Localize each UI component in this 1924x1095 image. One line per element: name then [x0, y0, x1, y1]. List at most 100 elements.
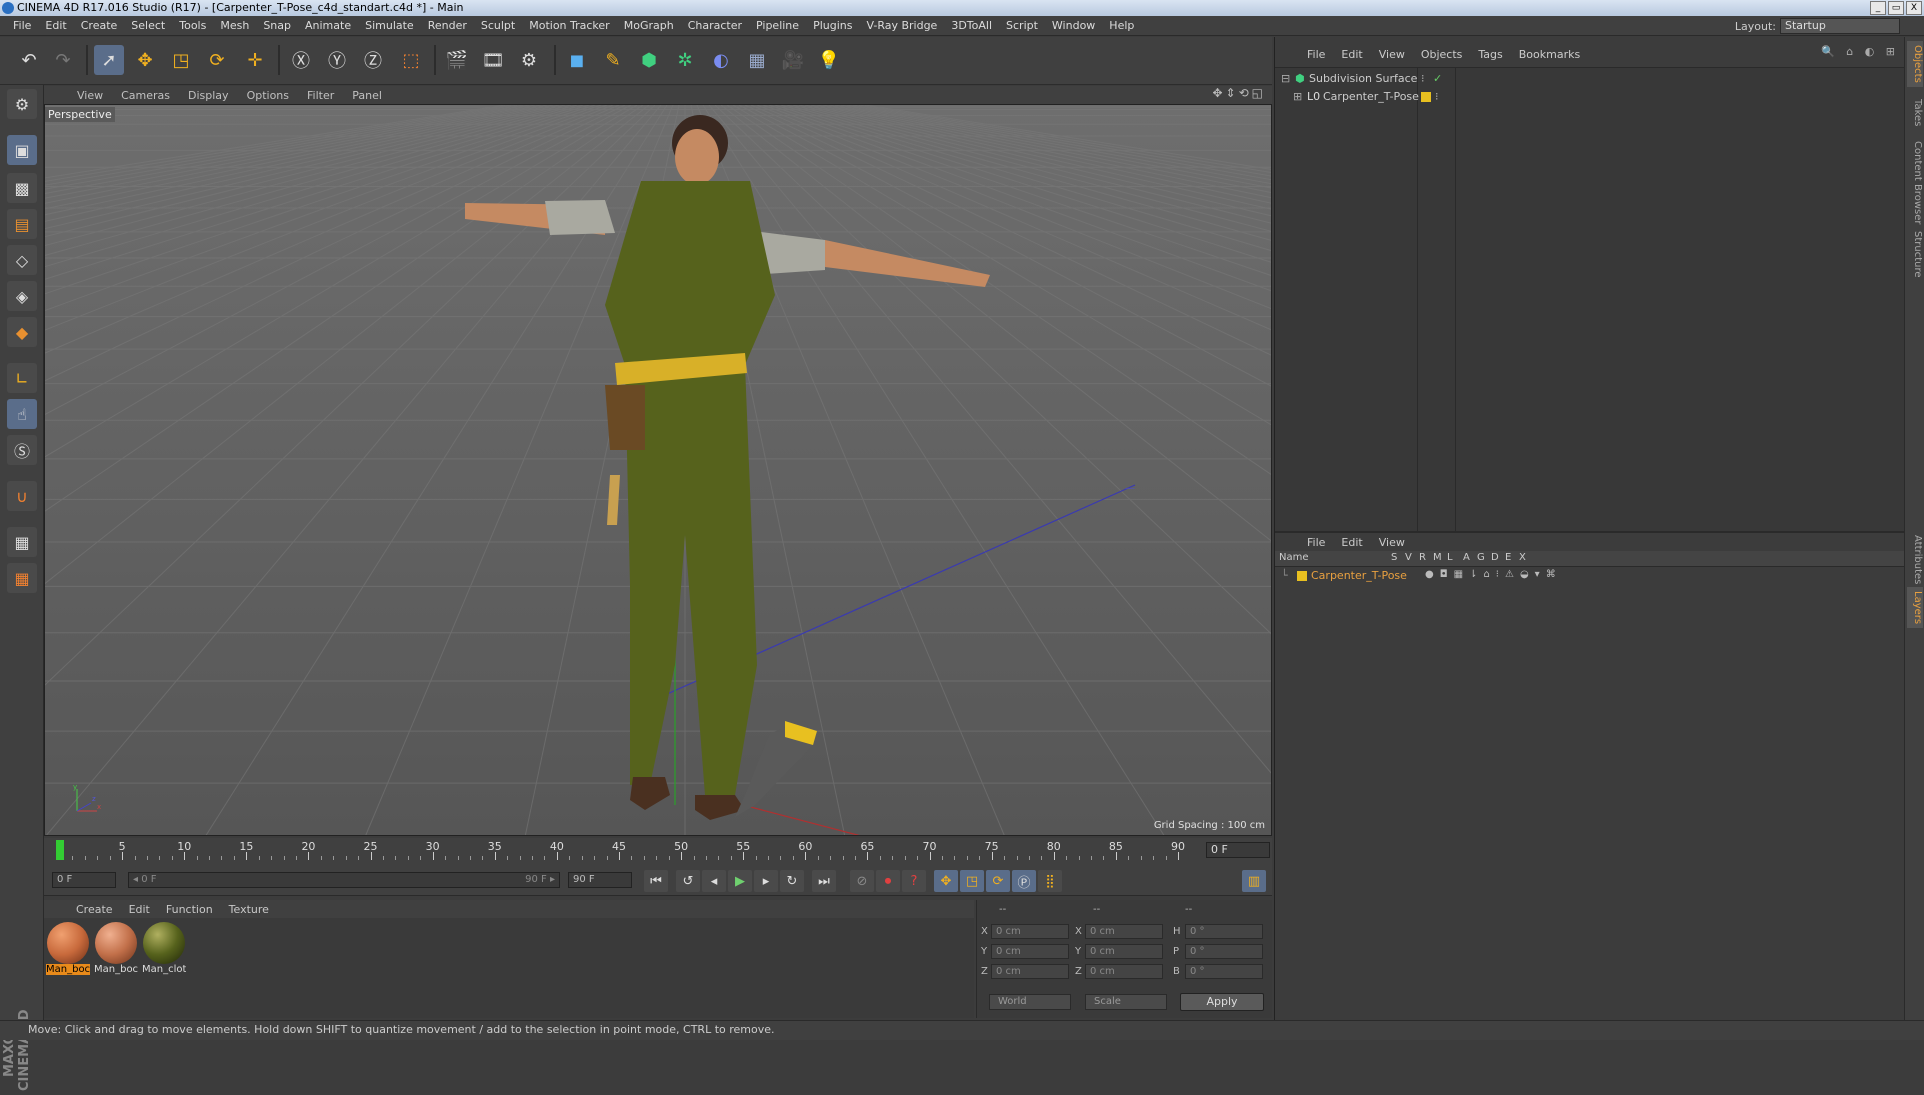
viewport-menu-display[interactable]: Display [179, 89, 238, 102]
light-icon[interactable]: 💡 [814, 45, 844, 75]
viewport-menu-panel[interactable]: Panel [343, 89, 391, 102]
min-frame-field[interactable]: 0 F [52, 872, 116, 888]
apply-button[interactable]: Apply [1180, 993, 1264, 1011]
size-mode-dropdown[interactable]: Scale [1085, 994, 1167, 1010]
menu-sculpt[interactable]: Sculpt [474, 19, 522, 32]
layer-column-v[interactable]: V [1405, 552, 1412, 563]
mograph-cloner-icon[interactable]: ✲ [670, 45, 700, 75]
menu-tools[interactable]: Tools [172, 19, 213, 32]
polygons-mode-icon[interactable]: ◆ [7, 317, 37, 347]
close-button[interactable]: X [1906, 1, 1922, 15]
x-axis-icon[interactable]: Ⓧ [286, 45, 316, 75]
layer-column-name[interactable]: Name [1279, 552, 1309, 563]
tab-objects[interactable]: Objects [1907, 41, 1923, 87]
key-position-icon[interactable]: ✥ [934, 870, 958, 892]
object-menu-objects[interactable]: Objects [1413, 48, 1471, 61]
menu-simulate[interactable]: Simulate [358, 19, 421, 32]
rotate-icon[interactable]: ⟳ [202, 45, 232, 75]
layer-column-x[interactable]: X [1519, 552, 1526, 563]
viewport-menu-cameras[interactable]: Cameras [112, 89, 179, 102]
layer-column-s[interactable]: S [1391, 552, 1397, 563]
z-axis-icon[interactable]: Ⓩ [358, 45, 388, 75]
scale-icon[interactable]: ◳ [166, 45, 196, 75]
collapse-toggle-icon[interactable]: ⊟ [1281, 72, 1290, 85]
layer-column-l[interactable]: L [1447, 552, 1453, 563]
snap-icon[interactable]: ∪ [7, 481, 37, 511]
solo-mode-icon[interactable]: Ⓢ [7, 435, 37, 465]
layer-name[interactable]: Carpenter_T-Pose [1311, 569, 1407, 582]
timeline-window-icon[interactable]: ▥ [1242, 870, 1266, 892]
menu-window[interactable]: Window [1045, 19, 1102, 32]
viewport-menu-options[interactable]: Options [238, 89, 298, 102]
key-parameter-icon[interactable]: Ⓟ [1012, 870, 1036, 892]
layer-column-m[interactable]: M [1433, 552, 1442, 563]
object-manager-tool-icons[interactable]: 🔍 ⌂ ◐ ⊞ [1821, 45, 1899, 58]
menu-edit[interactable]: Edit [38, 19, 73, 32]
next-frame-icon[interactable]: ▸ [754, 870, 778, 892]
key-pla-icon[interactable]: ⣿ [1038, 870, 1062, 892]
timeline-ruler[interactable]: 051015202530354045505560657075808590 [56, 840, 1194, 862]
menu-snap[interactable]: Snap [256, 19, 298, 32]
viewport-perspective[interactable]: — Perspective y x z Grid Spacing : 100 c… [44, 104, 1272, 836]
menu-file[interactable]: File [6, 19, 38, 32]
make-editable-icon[interactable]: ⚙ [7, 89, 37, 119]
enabled-check-icon[interactable]: ✓ [1433, 72, 1442, 85]
menu-help[interactable]: Help [1102, 19, 1141, 32]
viewport-camera-label[interactable]: Perspective [45, 107, 115, 122]
tab-layers[interactable]: Layers [1907, 587, 1923, 629]
redo-icon[interactable]: ↷ [48, 45, 78, 75]
live-selection-icon[interactable]: ➚ [94, 45, 124, 75]
menu-character[interactable]: Character [681, 19, 749, 32]
material-menu-texture[interactable]: Texture [221, 903, 277, 916]
previous-key-icon[interactable]: ↺ [676, 870, 700, 892]
workplane-mode-icon[interactable]: ▤ [7, 209, 37, 239]
floor-icon[interactable]: ▦ [742, 45, 772, 75]
layer-row[interactable]: └ Carpenter_T-Pose ●◘▦⇂⌂⁝⚠◒▾⌘ [1275, 568, 1905, 584]
menu-3dtoall[interactable]: 3DToAll [944, 19, 999, 32]
menu-mograph[interactable]: MoGraph [617, 19, 681, 32]
tab-takes[interactable]: Takes [1907, 95, 1923, 130]
layout-dropdown[interactable]: Startup [1780, 18, 1900, 34]
menu-plugins[interactable]: Plugins [806, 19, 859, 32]
layer-menu-view[interactable]: View [1371, 536, 1413, 549]
menu-render[interactable]: Render [421, 19, 474, 32]
render-view-icon[interactable]: 🎬 [442, 45, 472, 75]
cube-icon[interactable]: ◼ [562, 45, 592, 75]
object-row-carpenter[interactable]: ⊞ L0 Carpenter_T-Pose ⁝ [1275, 88, 1905, 106]
size-y-field[interactable]: 0 cm [1085, 944, 1163, 959]
next-key-icon[interactable]: ↻ [780, 870, 804, 892]
object-name[interactable]: Subdivision Surface [1309, 72, 1417, 85]
y-axis-icon[interactable]: Ⓨ [322, 45, 352, 75]
rotation-h-field[interactable]: 0 ° [1185, 924, 1263, 939]
play-icon[interactable]: ▶ [728, 870, 752, 892]
layer-column-e[interactable]: E [1505, 552, 1511, 563]
object-menu-edit[interactable]: Edit [1333, 48, 1370, 61]
camera-icon[interactable]: 🎥 [778, 45, 808, 75]
pen-icon[interactable]: ✎ [598, 45, 628, 75]
model-mode-icon[interactable]: ▣ [7, 135, 37, 165]
viewport-menu-filter[interactable]: Filter [298, 89, 343, 102]
go-to-end-icon[interactable]: ⏭ [812, 870, 836, 892]
object-menu-tags[interactable]: Tags [1470, 48, 1510, 61]
undo-icon[interactable]: ↶ [14, 45, 44, 75]
object-name[interactable]: Carpenter_T-Pose [1323, 90, 1419, 103]
maximize-button[interactable]: ▭ [1888, 1, 1904, 15]
object-menu-view[interactable]: View [1371, 48, 1413, 61]
material-item[interactable]: Man_boc [46, 922, 90, 984]
layer-column-r[interactable]: R [1419, 552, 1426, 563]
layer-menu-edit[interactable]: Edit [1333, 536, 1370, 549]
viewport-navigation-icons[interactable]: ✥⇕⟲◱ [1212, 86, 1266, 100]
layer-color-swatch[interactable] [1297, 571, 1307, 581]
menu-animate[interactable]: Animate [298, 19, 358, 32]
points-mode-icon[interactable]: ◇ [7, 245, 37, 275]
layer-column-a[interactable]: A [1463, 552, 1470, 563]
material-menu-function[interactable]: Function [158, 903, 221, 916]
key-rotation-icon[interactable]: ⟳ [986, 870, 1010, 892]
tab-content-browser[interactable]: Content Browser [1907, 137, 1923, 228]
workplane-lock-icon[interactable]: ▦ [7, 527, 37, 557]
deformer-icon[interactable]: ◐ [706, 45, 736, 75]
material-menu-create[interactable]: Create [68, 903, 121, 916]
rotation-p-field[interactable]: 0 ° [1185, 944, 1263, 959]
frame-range-slider[interactable]: ◂ 0 F 90 F ▸ [128, 872, 560, 888]
world-coordinates-icon[interactable]: ⬚ [396, 45, 426, 75]
